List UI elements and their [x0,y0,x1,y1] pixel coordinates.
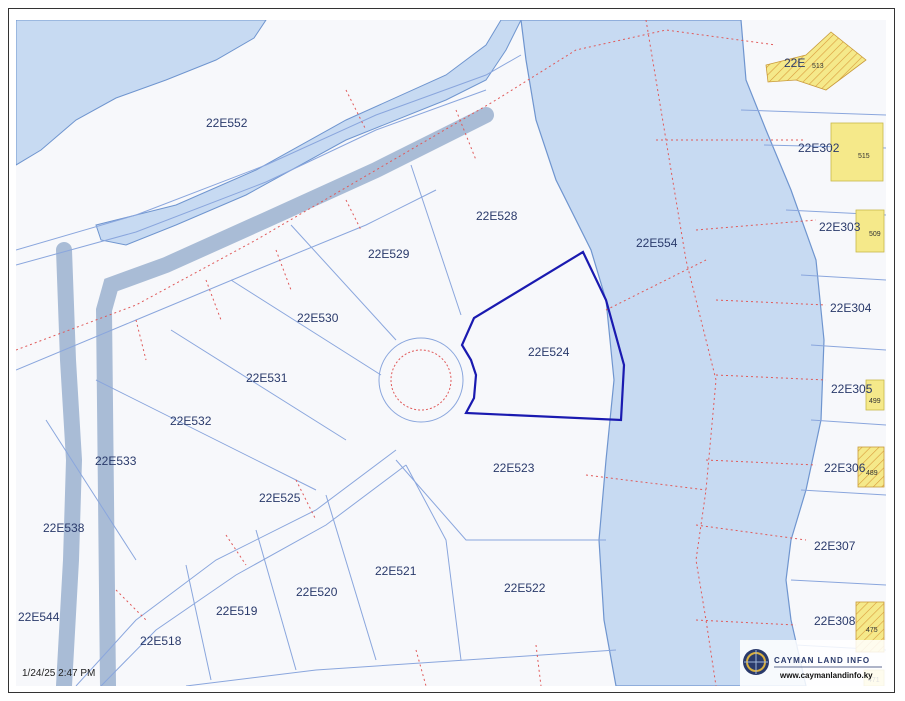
building-number-509: 509 [869,231,881,238]
parcel-label: 22E302 [798,141,840,155]
parcel-label: 22E518 [140,634,182,648]
parcel-label: 22E304 [830,301,872,315]
parcel-label: 22E307 [814,539,856,553]
parcel-label: 22E528 [476,209,518,223]
parcel-label: 22E531 [246,371,288,385]
parcel-label: 22E529 [368,247,410,261]
parcel-label: 22E530 [297,311,339,325]
building-number-489: 489 [866,470,878,477]
parcel-label: 22E552 [206,116,248,130]
parcel-map[interactable]: 513 515 509 499 489 475 471 22E552 22E52… [16,20,886,686]
parcel-label: 22E520 [296,585,338,599]
parcel-label: 22E303 [819,220,861,234]
parcel-label: 22E544 [18,610,60,624]
logo-title: CAYMAN LAND INFO [774,656,870,665]
building-number-513: 513 [812,63,824,70]
timestamp: 1/24/25 2:47 PM [22,668,95,679]
parcel-label: 22E525 [259,491,301,505]
parcel-label: 22E522 [504,581,546,595]
parcel-label: 22E532 [170,414,212,428]
parcel-label: 22E521 [375,564,417,578]
building-number-499: 499 [869,398,881,405]
logo-url: www.caymanlandinfo.ky [779,671,873,680]
parcel-label: 22E519 [216,604,258,618]
building-number-475: 475 [866,627,878,634]
cayman-land-info-logo: CAYMAN LAND INFO www.caymanlandinfo.ky [740,640,886,686]
parcel-label: 22E554 [636,236,678,250]
parcel-label: 22E533 [95,454,137,468]
building-number-515: 515 [858,153,870,160]
parcel-label: 22E305 [831,382,873,396]
parcel-label: 22E523 [493,461,535,475]
parcel-label: 22E306 [824,461,866,475]
parcel-label: 22E [784,56,805,70]
parcel-label: 22E538 [43,521,85,535]
parcel-label: 22E308 [814,614,856,628]
parcel-label-selected: 22E524 [528,345,570,359]
